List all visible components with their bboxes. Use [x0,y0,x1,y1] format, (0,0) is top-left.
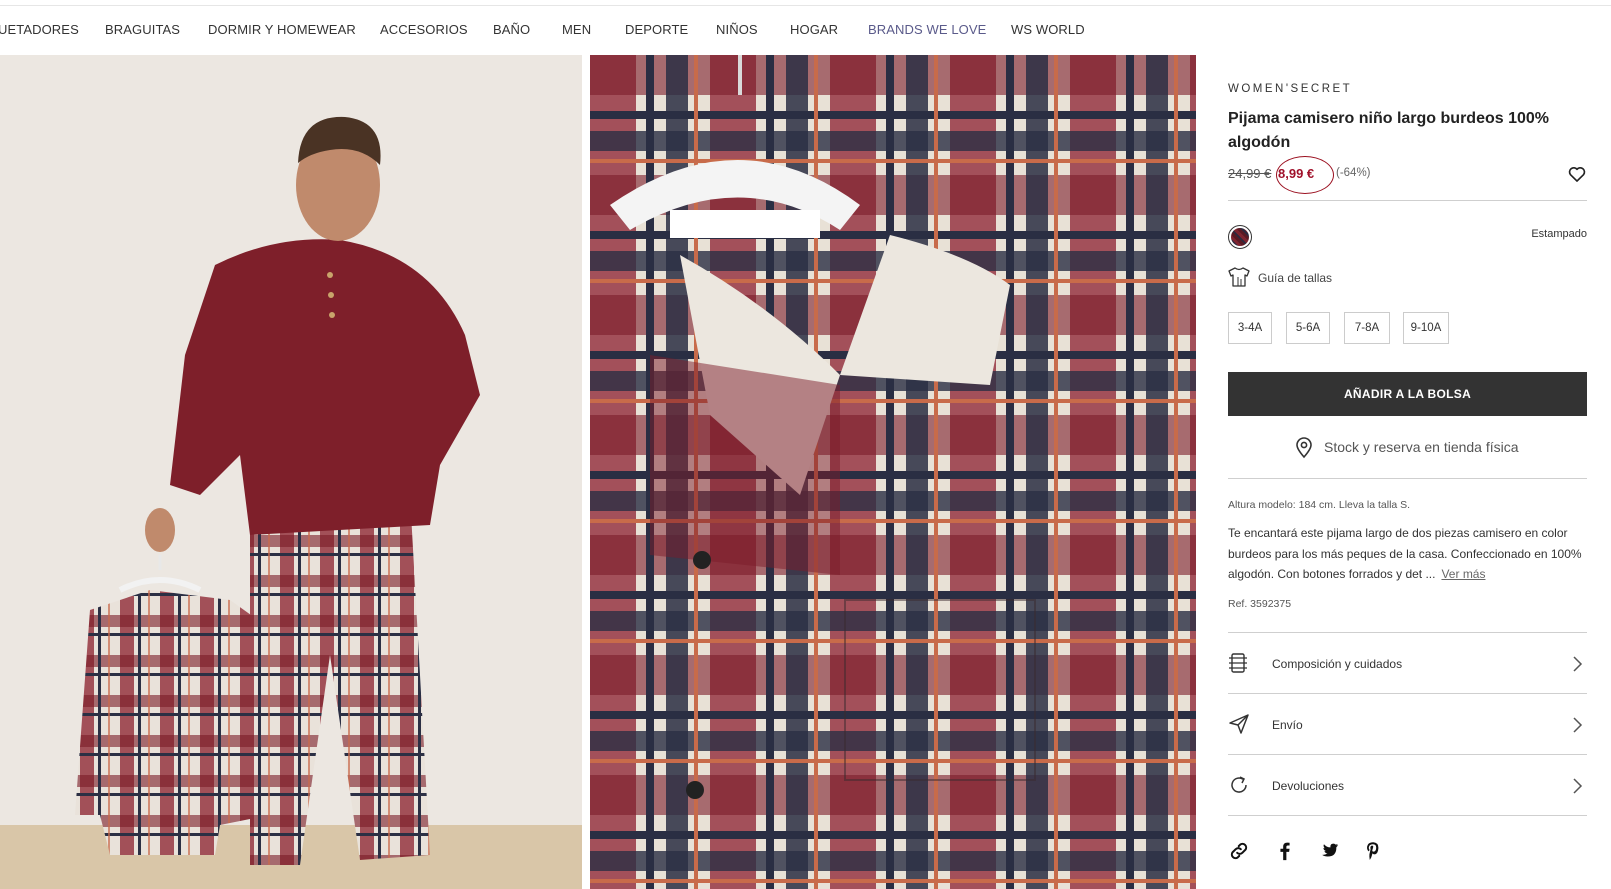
nav-item-ninos[interactable]: NIÑOS [716,22,758,37]
product-info-panel: WOMEN'SECRET Pijama camisero niño largo … [1228,0,1587,889]
description-text: Te encantará este pijama largo de dos pi… [1228,526,1582,581]
color-name: Estampado [1531,228,1587,240]
chevron-right-icon [1573,656,1583,672]
nav-item-men[interactable]: MEN [562,22,591,37]
heart-icon[interactable] [1567,164,1587,184]
accordion-label: Devoluciones [1272,779,1345,793]
product-title: Pijama camisero niño largo burdeos 100% … [1228,110,1549,151]
color-swatch-estampado[interactable] [1228,225,1252,249]
model-illustration [0,55,582,889]
nav-item-accesorios[interactable]: ACCESORIOS [380,22,468,37]
discount-badge: (-64%) [1336,167,1371,179]
store-stock-label: Stock y reserva en tienda física [1324,439,1519,455]
old-price: 24,99 € [1228,166,1272,181]
nav-item-dormir[interactable]: DORMIR Y HOMEWEAR [208,22,356,37]
size-button-5-6a[interactable]: 5-6A [1286,312,1330,344]
nav-item-bano[interactable]: BAÑO [493,22,530,37]
size-guide-label: Guía de tallas [1258,271,1333,285]
pinterest-icon[interactable] [1362,840,1384,862]
store-stock-link[interactable]: Stock y reserva en tienda física [1228,436,1587,459]
accordion-shipping[interactable]: Envío [1228,694,1587,754]
see-more-link[interactable]: Ver más [1441,567,1485,581]
nav-item-braguitas[interactable]: BRAGUITAS [105,22,180,37]
shirt-icon [1228,267,1250,287]
divider [1228,200,1587,201]
sale-price: 8,99 € [1278,166,1315,181]
add-to-bag-button[interactable]: AÑADIR A LA BOLSA [1228,372,1587,416]
nav-item-hogar[interactable]: HOGAR [790,22,838,37]
swatch-pattern [1231,228,1249,246]
twitter-icon[interactable] [1318,840,1340,862]
product-reference: Ref. 3592375 [1228,598,1292,610]
price-row: 24,99 € 8,99 € (-64%) [1228,156,1587,194]
model-info: Altura modelo: 184 cm. Lleva la talla S. [1228,499,1411,511]
chevron-right-icon [1573,717,1583,733]
size-button-7-8a[interactable]: 7-8A [1344,312,1390,344]
size-button-3-4a[interactable]: 3-4A [1228,312,1272,344]
product-photo-detail[interactable] [590,55,1196,889]
accordion-label: Composición y cuidados [1272,657,1403,671]
size-button-9-10a[interactable]: 9-10A [1403,312,1449,344]
chevron-right-icon [1573,778,1583,794]
accordion-label: Envío [1272,718,1303,732]
refresh-icon [1231,776,1247,793]
nav-item-ws-world[interactable]: WS WORLD [1011,22,1085,37]
send-icon [1229,714,1249,734]
divider [1228,815,1587,816]
nav-item-deporte[interactable]: DEPORTE [625,22,688,37]
brand-name: WOMEN'SECRET [1228,83,1353,95]
divider [1228,478,1587,479]
facebook-icon[interactable] [1274,840,1296,862]
nav-item-brands-we-love[interactable]: BRANDS WE LOVE [868,22,986,37]
accordion-composition[interactable]: Composición y cuidados [1228,633,1587,693]
product-photo-model[interactable] [0,55,582,889]
care-label-icon [1229,653,1247,673]
shirt-detail-illustration [590,55,1196,889]
accordion-returns[interactable]: Devoluciones [1228,755,1587,815]
location-pin-icon [1296,437,1312,459]
product-description: Te encantará este pijama largo de dos pi… [1228,523,1587,585]
link-icon[interactable] [1228,840,1250,862]
nav-item-sujetadores[interactable]: UETADORES [0,22,79,37]
